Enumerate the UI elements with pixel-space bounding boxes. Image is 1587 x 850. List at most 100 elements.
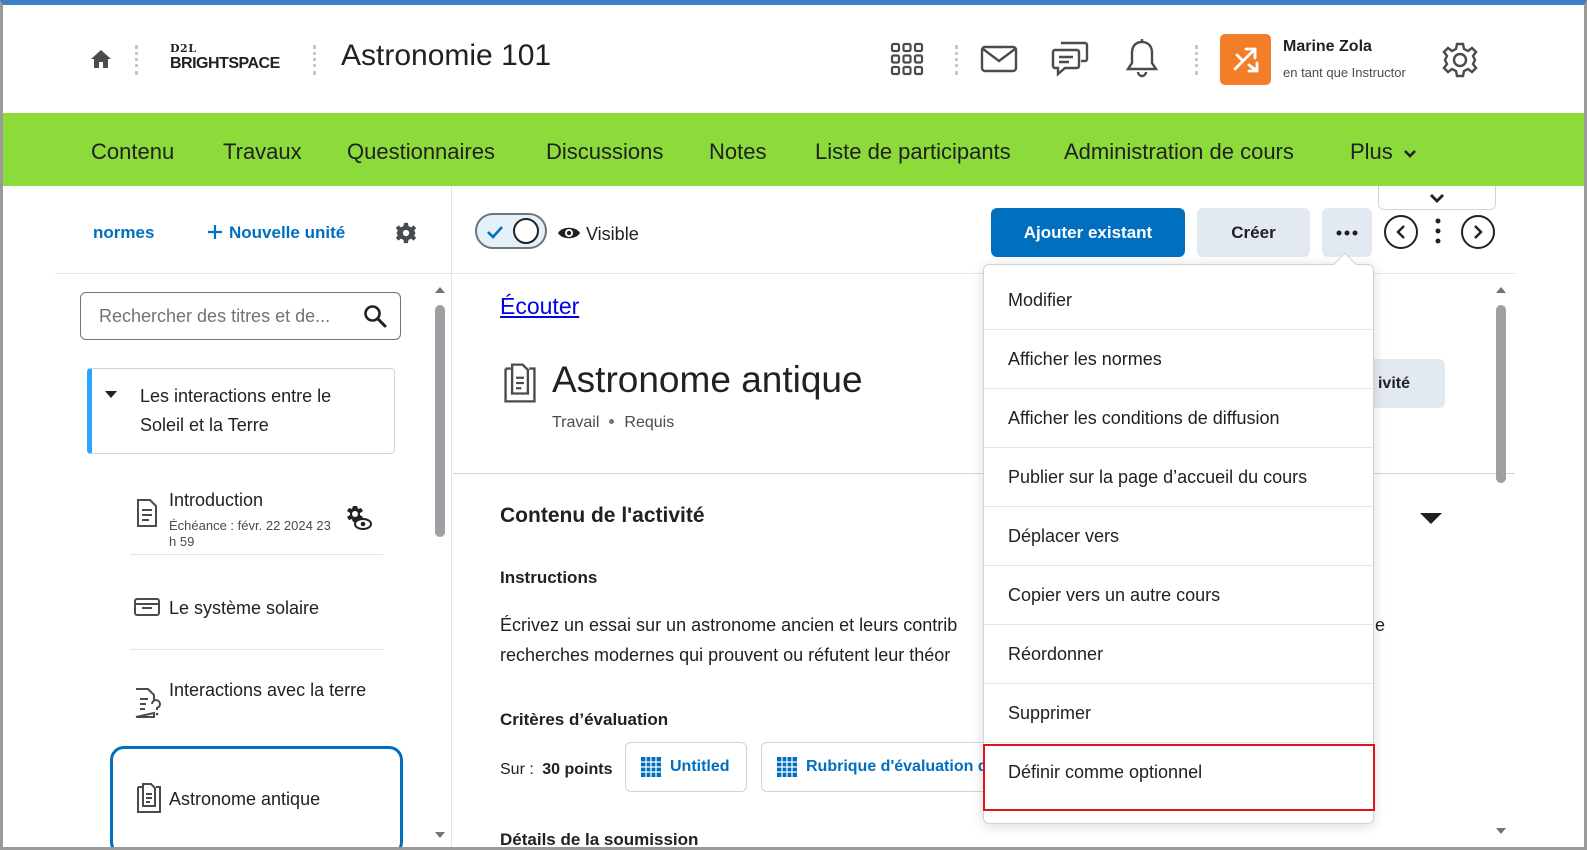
user-role: en tant que Instructor: [1283, 65, 1406, 80]
create-button[interactable]: Créer: [1197, 208, 1310, 257]
sidebar-item-introduction[interactable]: Introduction: [169, 486, 263, 514]
nav-plus[interactable]: Plus: [1350, 139, 1417, 165]
menu-item-conditions-diffusion[interactable]: Afficher les conditions de diffusion: [984, 389, 1373, 448]
header-separator: [135, 45, 138, 75]
chat-icon[interactable]: [1050, 38, 1090, 78]
highlight-box: [983, 744, 1375, 811]
checkmark-icon: [487, 226, 503, 239]
sidebar-scroll-thumb[interactable]: [435, 305, 445, 537]
quiz-icon: [133, 687, 163, 724]
sidebar-item-systeme-solaire[interactable]: Le système solaire: [169, 594, 319, 622]
brightspace-logo[interactable]: D2L BRIGHTSPACE: [170, 43, 285, 79]
normes-link[interactable]: normes: [93, 223, 154, 243]
chevron-right-icon: [1474, 225, 1483, 239]
sidebar-divider: [55, 273, 453, 274]
collapse-triangle-icon[interactable]: [105, 391, 117, 398]
header-separator: [1195, 45, 1198, 75]
sidebar-divider: [130, 649, 383, 650]
logo-small-text: D2L: [170, 42, 197, 55]
user-name[interactable]: Marine Zola: [1283, 38, 1372, 56]
next-item-button[interactable]: [1461, 215, 1495, 249]
expand-tab[interactable]: [1378, 186, 1496, 210]
chevron-left-icon: [1396, 225, 1405, 239]
rubric-grid-icon: [641, 757, 661, 777]
scroll-down-icon[interactable]: [434, 830, 446, 840]
grade-label: Sur :: [500, 761, 534, 778]
sidebar-search-input[interactable]: Rechercher des titres et de...: [80, 292, 401, 340]
sidebar-item-interactions-terre[interactable]: Interactions avec la terre: [169, 676, 369, 704]
nav-travaux[interactable]: Travaux: [223, 139, 302, 165]
vertical-ellipsis-icon[interactable]: [1435, 217, 1441, 250]
listen-link[interactable]: Écouter: [500, 293, 579, 320]
bell-icon[interactable]: [1122, 38, 1162, 78]
sidebar-scrollbar[interactable]: [434, 285, 446, 840]
scroll-up-icon[interactable]: [1495, 285, 1507, 295]
nav-administration[interactable]: Administration de cours: [1064, 139, 1294, 165]
collapse-section-icon[interactable]: [1420, 513, 1442, 524]
nav-contenu[interactable]: Contenu: [91, 139, 174, 165]
visible-label: Visible: [586, 224, 639, 244]
visibility-toggle[interactable]: [475, 213, 547, 249]
menu-item-reordonner[interactable]: Réordonner: [984, 625, 1373, 684]
chevron-down-icon: [1430, 193, 1444, 203]
submission-heading: Détails de la soumission: [500, 830, 699, 849]
search-icon[interactable]: [363, 304, 387, 333]
content-scrollbar[interactable]: [1495, 285, 1507, 840]
ellipsis-icon: [1336, 230, 1358, 235]
course-title[interactable]: Astronomie 101: [341, 39, 551, 73]
rubric-label: Rubrique d'évaluation d: [806, 758, 988, 775]
search-placeholder: Rechercher des titres et de...: [99, 306, 331, 326]
sidebar-item-astronome-antique[interactable]: Astronome antique: [169, 785, 320, 813]
nav-notes[interactable]: Notes: [709, 139, 766, 165]
rubric-grid-icon: [777, 757, 797, 777]
nav-liste-participants[interactable]: Liste de participants: [815, 139, 1011, 165]
top-header: D2L BRIGHTSPACE Astronomie 101 Marine Zo…: [3, 5, 1584, 113]
panel-divider: [451, 186, 452, 847]
meta-required: Requis: [624, 414, 675, 431]
home-icon[interactable]: [89, 47, 113, 71]
new-unit-button[interactable]: Nouvelle unité: [207, 223, 345, 243]
assignment-doc-icon: [135, 498, 159, 533]
menu-item-deplacer[interactable]: Déplacer vers: [984, 507, 1373, 566]
scroll-down-icon[interactable]: [1495, 826, 1507, 836]
instructions-line-1-end: e: [1375, 615, 1386, 635]
nav-discussions[interactable]: Discussions: [546, 139, 663, 165]
assignment-doc-icon: [135, 782, 163, 819]
add-existing-button[interactable]: Ajouter existant: [991, 208, 1185, 257]
sidebar-item-due-date: Échéance : févr. 22 2024 23 h 59: [169, 518, 331, 549]
menu-item-afficher-normes[interactable]: Afficher les normes: [984, 330, 1373, 389]
header-separator: [955, 45, 958, 75]
assignment-doc-icon: [500, 362, 540, 409]
avatar[interactable]: [1220, 34, 1271, 85]
rubric-chip-untitled[interactable]: Untitled: [625, 742, 747, 792]
activity-meta: Travail Requis: [552, 414, 674, 432]
more-options-menu: Modifier Afficher les normes Afficher le…: [983, 264, 1374, 824]
scroll-up-icon[interactable]: [434, 285, 446, 295]
instructions-line-2: recherches modernes qui prouvent ou réfu…: [500, 645, 951, 665]
visibility-conditions-icon: [346, 505, 372, 536]
previous-item-button[interactable]: [1384, 215, 1418, 249]
more-options-button[interactable]: [1322, 208, 1372, 257]
nav-questionnaires[interactable]: Questionnaires: [347, 139, 495, 165]
apps-grid-icon[interactable]: [887, 39, 927, 79]
menu-item-copier[interactable]: Copier vers un autre cours: [984, 566, 1373, 625]
menu-item-publier-accueil[interactable]: Publier sur la page d’accueil du cours: [984, 448, 1373, 507]
eye-icon: [557, 225, 581, 246]
browser-frame: D2L BRIGHTSPACE Astronomie 101 Marine Zo…: [0, 0, 1587, 850]
content-scroll-thumb[interactable]: [1496, 305, 1506, 483]
activity-title: Astronome antique: [552, 359, 863, 400]
criteria-heading: Critères d’évaluation: [500, 710, 669, 729]
plus-icon: [208, 225, 222, 239]
meta-type: Travail: [552, 414, 600, 431]
toggle-knob: [513, 218, 539, 244]
instructions-line-1: Écrivez un essai sur un astronome ancien…: [500, 615, 958, 635]
sidebar-settings-gear-icon[interactable]: [394, 221, 418, 250]
mail-icon[interactable]: [979, 39, 1019, 79]
gear-icon[interactable]: [1440, 40, 1480, 80]
menu-item-modifier[interactable]: Modifier: [984, 271, 1373, 330]
rubric-chip-evaluation[interactable]: Rubrique d'évaluation d: [761, 742, 1001, 792]
nav-plus-label: Plus: [1350, 139, 1393, 164]
unit-card[interactable]: Les interactions entre le Soleil et la T…: [87, 368, 395, 454]
menu-item-supprimer[interactable]: Supprimer: [984, 684, 1373, 743]
new-unit-label: Nouvelle unité: [229, 223, 346, 242]
